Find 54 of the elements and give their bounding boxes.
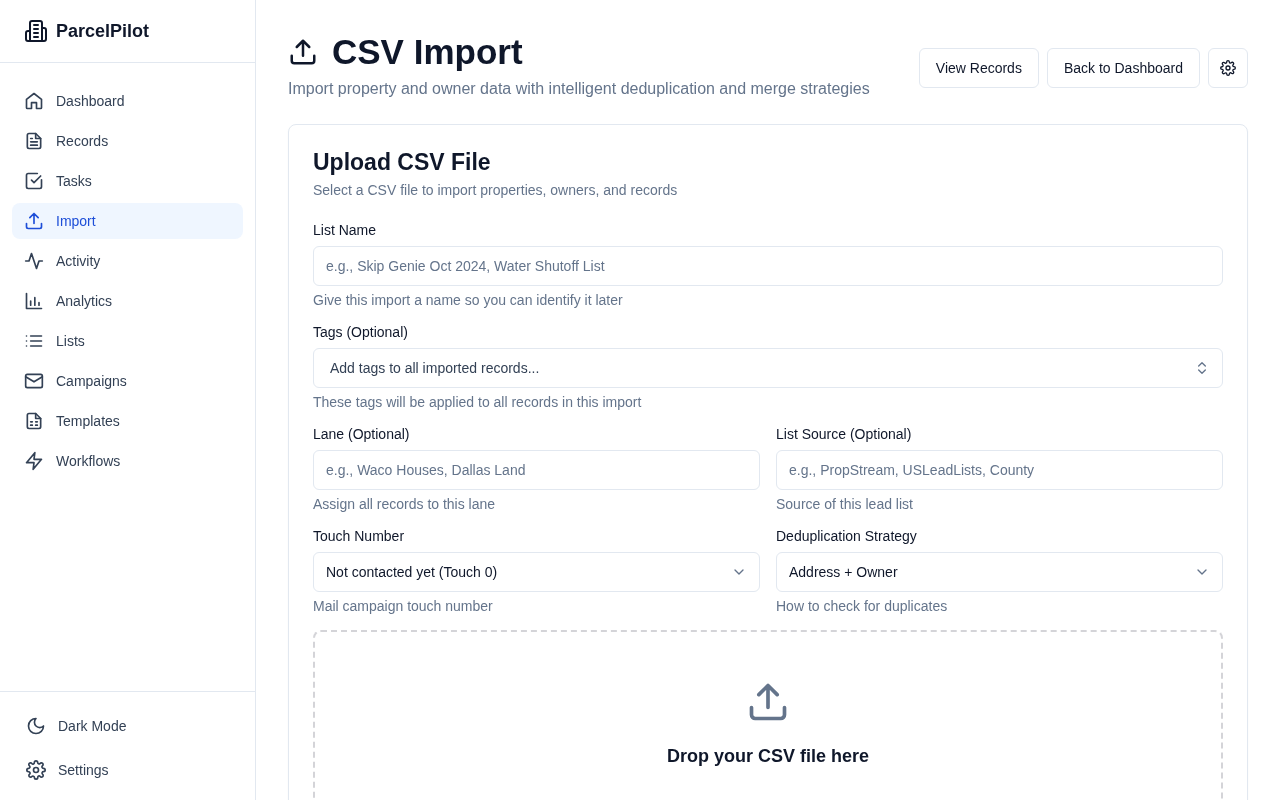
select-dropdown[interactable]: Address + Owner <box>776 552 1223 592</box>
page-subtitle: Import property and owner data with intelligent deduplication and merge strategies <box>288 80 870 98</box>
upload-icon <box>24 211 44 231</box>
field-help-text: Give this import a name so you can identify it later <box>313 292 624 308</box>
brand-name: ParcelPilot <box>56 20 150 42</box>
field-help-text: Assign all records to this lane <box>313 496 497 512</box>
sidebar-item[interactable]: Dashboard <box>12 83 243 119</box>
upload-icon <box>288 37 318 67</box>
bar-chart-icon <box>24 291 44 311</box>
select-dropdown[interactable]: Not contacted yet (Touch 0) <box>313 552 760 592</box>
sidebar-item[interactable]: Settings <box>12 752 243 788</box>
house-icon <box>24 91 44 111</box>
sidebar-item[interactable]: Lists <box>12 323 243 359</box>
sidebar-item[interactable]: Dark Mode <box>12 708 243 744</box>
mail-icon <box>24 371 44 391</box>
settings-icon <box>1220 60 1236 76</box>
pulse-icon <box>24 251 44 271</box>
page-title: CSV Import <box>332 32 523 72</box>
field-label: Tags (Optional) <box>313 324 409 340</box>
card-title: Upload CSV File <box>313 149 492 176</box>
field-label: List Name <box>313 222 378 238</box>
document-icon <box>24 411 44 431</box>
sidebar-item[interactable]: Workflows <box>12 443 243 479</box>
text-input[interactable]: e.g., Skip Genie Oct 2024, Water Shutoff List <box>313 246 1223 286</box>
checkbox-icon <box>24 171 44 191</box>
field-help-text: How to check for duplicates <box>776 598 949 614</box>
drop-zone-title: Drop your CSV file here <box>666 746 869 767</box>
field-help-text: Mail campaign touch number <box>313 598 494 614</box>
building-icon <box>24 19 48 43</box>
sidebar-item[interactable]: Records <box>12 123 243 159</box>
sidebar-item[interactable]: Tasks <box>12 163 243 199</box>
field-help-text: Source of this lead list <box>776 496 914 512</box>
sidebar-item[interactable]: Analytics <box>12 283 243 319</box>
header-button[interactable]: View Records <box>918 48 1039 88</box>
field-label: Deduplication Strategy <box>776 528 918 544</box>
field-label: Lane (Optional) <box>313 426 411 442</box>
document-icon <box>24 131 44 151</box>
sidebar-item[interactable]: Import <box>12 203 243 239</box>
file-drop-zone[interactable]: Drop your CSV file here <box>313 630 1223 800</box>
card-description: Select a CSV file to import properties, owners, and records <box>313 182 679 198</box>
field-label: Touch Number <box>313 528 406 544</box>
sidebar-item[interactable]: Templates <box>12 403 243 439</box>
settings-button[interactable] <box>1208 48 1248 88</box>
sidebar-item[interactable]: Activity <box>12 243 243 279</box>
field-help-text: These tags will be applied to all records in this import <box>313 394 643 410</box>
text-input[interactable]: e.g., Waco Houses, Dallas Land <box>313 450 760 490</box>
field-label: List Source (Optional) <box>776 426 913 442</box>
sidebar-item[interactable]: Campaigns <box>12 363 243 399</box>
tags-combobox[interactable]: Add tags to all imported records... <box>313 348 1223 388</box>
text-input[interactable]: e.g., PropStream, USLeadLists, County <box>776 450 1223 490</box>
lightning-icon <box>24 451 44 471</box>
settings-icon <box>26 760 46 780</box>
moon-icon <box>26 716 46 736</box>
header-button[interactable]: Back to Dashboard <box>1046 48 1200 88</box>
